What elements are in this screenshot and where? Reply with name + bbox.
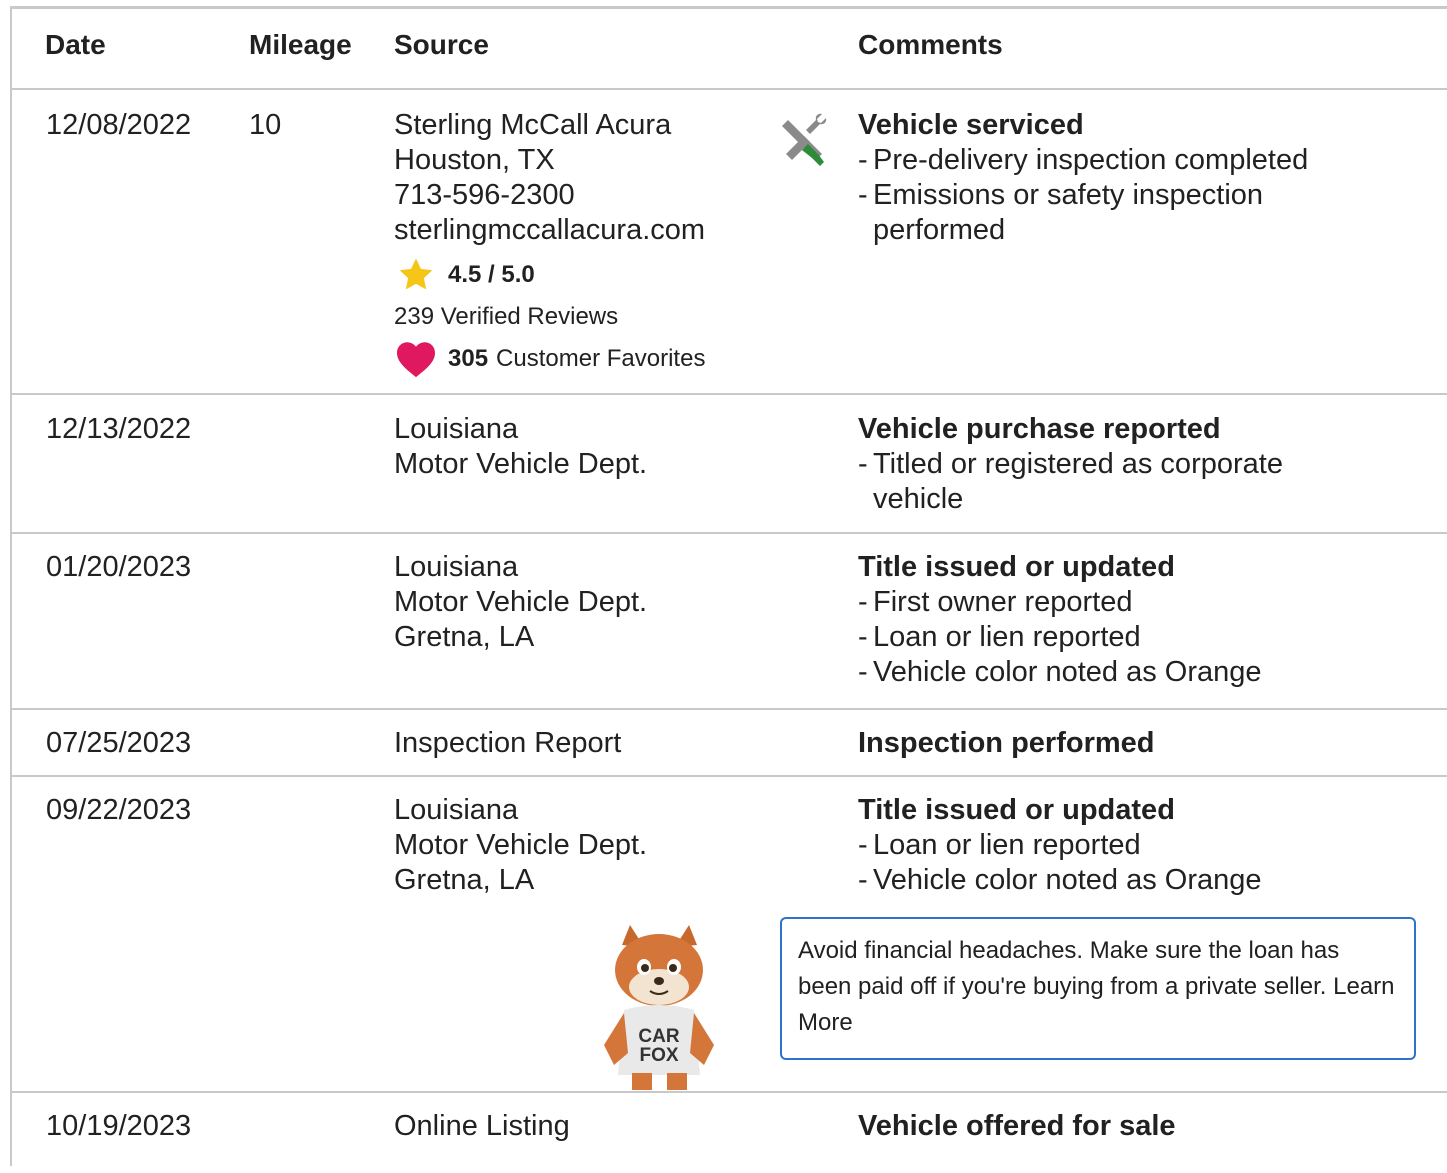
row-comments: Vehicle purchase reported Titled or regi… <box>858 412 1348 517</box>
comment-item: Loan or lien reported <box>858 828 1262 863</box>
comment-item: First owner reported <box>858 585 1262 620</box>
source-line: Louisiana <box>394 551 519 583</box>
favorites-count: 305 <box>448 345 489 372</box>
comment-item: Pre-delivery inspection completed <box>858 143 1318 178</box>
source-line: Houston, TX <box>394 144 555 176</box>
mascot-shirt-text: FOX <box>639 1045 678 1066</box>
comment-item: Loan or lien reported <box>858 620 1262 655</box>
row-source: Inspection Report <box>394 727 622 759</box>
row-source: Online Listing <box>394 1110 570 1142</box>
row-mileage: 10 <box>249 109 282 141</box>
row-date: 12/08/2022 <box>46 109 192 141</box>
row-source: Louisiana Motor Vehicle Dept. Gretna, LA <box>394 793 647 898</box>
customer-favorites: 305 Customer Favorites <box>394 340 705 378</box>
source-line: Louisiana <box>394 413 519 445</box>
comment-title: Title issued or updated <box>858 551 1175 583</box>
row-comments: Title issued or updated Loan or lien rep… <box>858 793 1262 898</box>
row-source: Louisiana Motor Vehicle Dept. Gretna, LA <box>394 550 647 655</box>
source-line: Motor Vehicle Dept. <box>394 829 648 861</box>
table-row: 01/20/2023 Louisiana Motor Vehicle Dept.… <box>12 534 1447 710</box>
source-line: Gretna, LA <box>394 621 535 653</box>
row-comments: Title issued or updated First owner repo… <box>858 550 1262 690</box>
source-website-link[interactable]: sterlingmccallacura.com <box>394 213 705 248</box>
source-line: Motor Vehicle Dept. <box>394 586 648 618</box>
verified-reviews-link[interactable]: 239 Verified Reviews <box>394 302 705 332</box>
table-row: 07/25/2023 Inspection Report Inspection … <box>12 710 1447 777</box>
source-line[interactable]: 713-596-2300 <box>394 178 705 213</box>
comment-item: Emissions or safety inspection performed <box>858 178 1318 248</box>
source-line: Louisiana <box>394 794 519 826</box>
row-source: Louisiana Motor Vehicle Dept. <box>394 412 647 482</box>
row-date: 01/20/2023 <box>46 551 192 583</box>
row-date: 10/19/2023 <box>46 1110 192 1142</box>
row-comments: Inspection performed <box>858 726 1155 761</box>
comment-item: Vehicle color noted as Orange <box>858 655 1262 690</box>
carfox-mascot-image: CAR FOX <box>604 925 714 1090</box>
source-line[interactable]: Sterling McCall Acura <box>394 108 705 143</box>
table-row: 10/19/2023 Online Listing Vehicle offere… <box>12 1093 1447 1173</box>
service-tools-icon <box>782 113 827 166</box>
row-date: 07/25/2023 <box>46 727 192 759</box>
dealer-rating[interactable]: 4.5 / 5.0 <box>394 256 705 294</box>
row-comments: Vehicle offered for sale <box>858 1109 1176 1144</box>
table-row: 12/08/2022 10 Sterling McCall Acura Hous… <box>12 90 1447 395</box>
source-line: Motor Vehicle Dept. <box>394 448 648 480</box>
table-header: Date Mileage Source Comments <box>12 9 1447 90</box>
comment-title: Inspection performed <box>858 727 1155 759</box>
header-mileage[interactable]: Mileage <box>249 29 352 61</box>
comment-item: Titled or registered as corporate vehicl… <box>858 447 1348 517</box>
comment-title: Vehicle serviced <box>858 109 1084 141</box>
row-comments: Vehicle serviced Pre-delivery inspection… <box>858 108 1318 248</box>
comment-title: Vehicle purchase reported <box>858 413 1221 445</box>
header-source[interactable]: Source <box>394 29 489 61</box>
comment-title: Title issued or updated <box>858 794 1175 826</box>
row-date: 09/22/2023 <box>46 794 192 826</box>
tip-text: Avoid financial headaches. Make sure the… <box>798 937 1340 1000</box>
favorites-label: Customer Favorites <box>496 345 706 372</box>
row-date: 12/13/2022 <box>46 413 192 445</box>
comment-title: Vehicle offered for sale <box>858 1110 1176 1142</box>
heart-icon <box>397 342 435 378</box>
source-line: Gretna, LA <box>394 864 535 896</box>
header-comments[interactable]: Comments <box>858 29 1003 61</box>
loan-tip-callout: Avoid financial headaches. Make sure the… <box>780 917 1416 1060</box>
row-source: Sterling McCall Acura Houston, TX 713-59… <box>394 108 705 378</box>
star-icon <box>399 258 433 290</box>
table-row: 12/13/2022 Louisiana Motor Vehicle Dept.… <box>12 395 1447 534</box>
mascot-shirt-text: CAR <box>638 1026 679 1047</box>
comment-item: Vehicle color noted as Orange <box>858 863 1262 898</box>
rating-value: 4.5 / 5.0 <box>448 261 535 288</box>
header-date[interactable]: Date <box>45 29 106 61</box>
